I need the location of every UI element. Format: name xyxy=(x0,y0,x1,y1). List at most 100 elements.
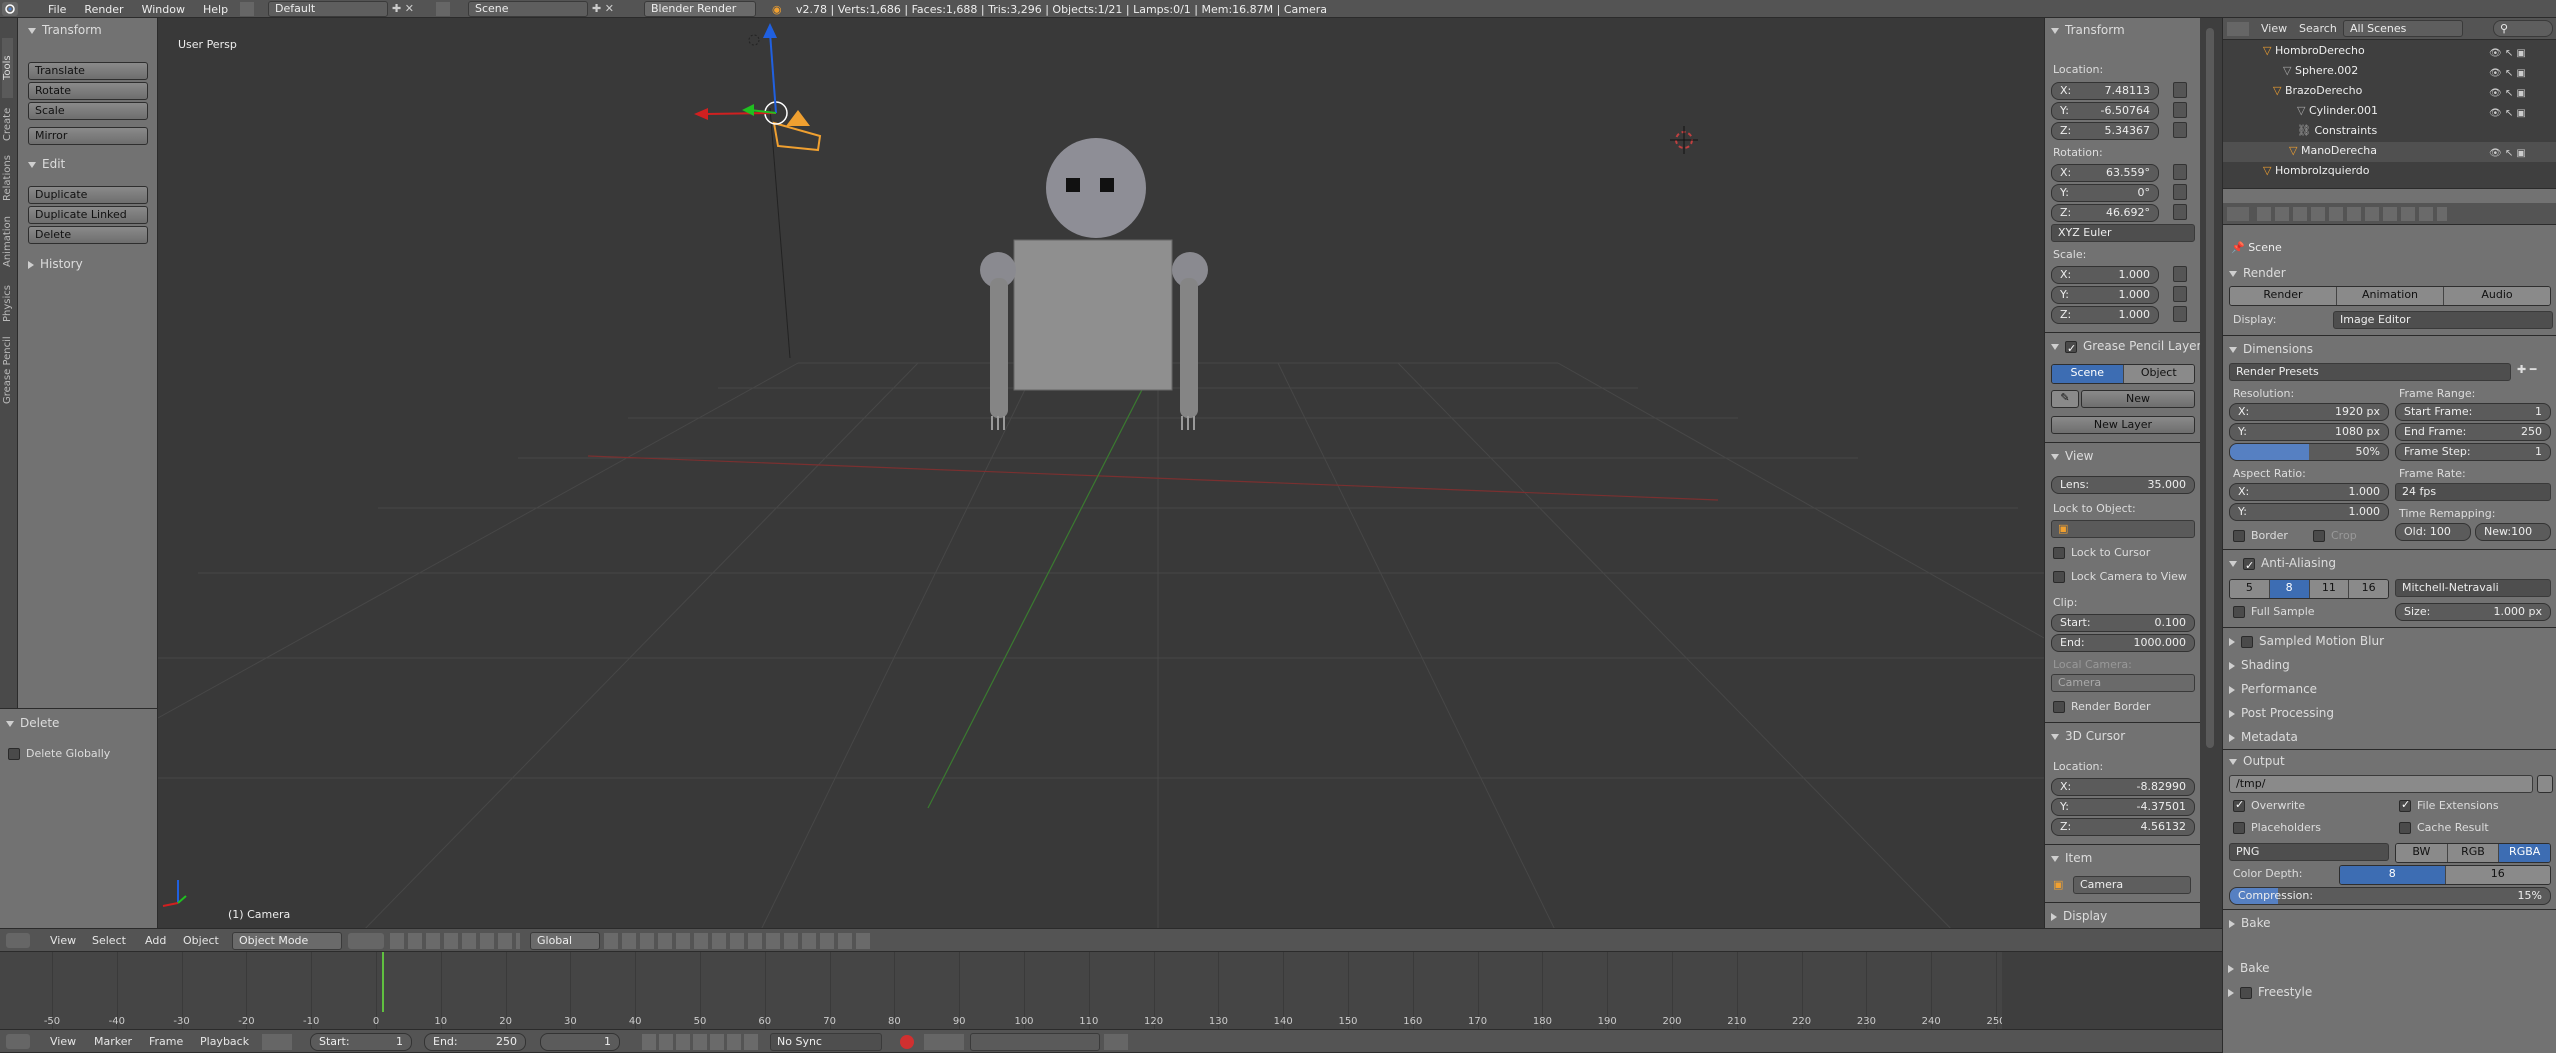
aa-8[interactable]: 8 xyxy=(2269,580,2310,598)
menu-render[interactable]: Render xyxy=(84,3,123,16)
lock-rotation-x-icon[interactable] xyxy=(2173,164,2187,180)
resolution-y-field[interactable]: Y: 1080 px xyxy=(2229,423,2389,441)
manipulator-icons[interactable] xyxy=(390,933,520,949)
current-frame-field[interactable]: 1 xyxy=(540,1033,620,1051)
cursor-z-field[interactable]: Z: 4.56132 xyxy=(2051,818,2195,836)
color-bw[interactable]: BW xyxy=(2396,844,2448,862)
clip-end-field[interactable]: End: 1000.000 xyxy=(2051,634,2195,652)
tab-grease-pencil[interactable]: Grease Pencil xyxy=(2,332,13,408)
lock-location-x-icon[interactable] xyxy=(2173,82,2187,98)
scale-z-field[interactable]: Z: 1.000 xyxy=(2051,306,2159,324)
record-icon[interactable] xyxy=(900,1035,914,1049)
lock-location-z-icon[interactable] xyxy=(2173,122,2187,138)
motion-blur-panel-header[interactable]: Sampled Motion Blur xyxy=(2229,631,2384,651)
render-panel-header[interactable]: Render xyxy=(2229,263,2286,283)
tree-item[interactable]: ▽ HombroDerecho xyxy=(2263,44,2365,57)
tree-item[interactable]: ▽ Sphere.002 xyxy=(2283,64,2358,77)
v3d-object-menu[interactable]: Object xyxy=(183,934,219,947)
placeholders-checkbox[interactable] xyxy=(2233,822,2245,834)
overwrite-checkbox[interactable] xyxy=(2233,798,2245,812)
delete-globally-checkbox[interactable] xyxy=(8,748,20,760)
render-border-checkbox[interactable] xyxy=(2053,701,2065,713)
outliner-view-menu[interactable]: View xyxy=(2261,22,2287,35)
cursor-x-field[interactable]: X: -8.82990 xyxy=(2051,778,2195,796)
full-sample-option[interactable]: Full Sample xyxy=(2233,605,2315,618)
pin-icon[interactable]: 📌 xyxy=(2231,241,2245,254)
clip-start-field[interactable]: Start: 0.100 xyxy=(2051,614,2195,632)
full-sample-checkbox[interactable] xyxy=(2233,606,2245,618)
camera-object[interactable] xyxy=(772,110,822,152)
timeline-playback-menu[interactable]: Playback xyxy=(200,1035,249,1048)
color-rgba[interactable]: RGBA xyxy=(2499,844,2550,862)
tree-item[interactable]: ▽ ManoDerecha xyxy=(2289,144,2377,157)
tree-item[interactable]: ▽ Cylinder.001 xyxy=(2297,104,2378,117)
gizmo-z-axis[interactable] xyxy=(769,32,777,114)
3d-viewport[interactable]: User Persp (1) Camera xyxy=(158,18,2044,936)
render-presets-select[interactable]: Render Presets xyxy=(2229,363,2511,381)
animation-button[interactable]: Animation xyxy=(2337,287,2444,305)
post-processing-panel-header[interactable]: Post Processing xyxy=(2229,703,2334,723)
translate-button[interactable]: Translate xyxy=(28,62,148,80)
editor-type-icon[interactable] xyxy=(6,1034,30,1049)
layer-and-snap-icons[interactable] xyxy=(604,933,874,949)
render-button[interactable]: Render xyxy=(2230,287,2337,305)
compression-slider[interactable]: Compression: 15% xyxy=(2229,887,2551,905)
cache-result-option[interactable]: Cache Result xyxy=(2399,821,2489,834)
border-checkbox[interactable] xyxy=(2233,530,2245,542)
rotation-mode-select[interactable]: XYZ Euler xyxy=(2051,224,2195,242)
menu-help[interactable]: Help xyxy=(203,3,228,16)
aa-16[interactable]: 16 xyxy=(2349,580,2388,598)
scale-y-field[interactable]: Y: 1.000 xyxy=(2051,286,2159,304)
transform-orientation-select[interactable]: Global xyxy=(530,932,600,950)
lock-scale-z-icon[interactable] xyxy=(2173,306,2187,322)
resolution-x-field[interactable]: X: 1920 px xyxy=(2229,403,2389,421)
start-field[interactable]: Start: 1 xyxy=(310,1033,412,1051)
n-cursor-header[interactable]: 3D Cursor xyxy=(2051,726,2125,746)
crop-checkbox[interactable] xyxy=(2313,530,2325,542)
context-tabs[interactable] xyxy=(2257,207,2447,221)
bake-panel-header-2[interactable]: Bake xyxy=(2228,958,2270,978)
rotation-z-field[interactable]: Z: 46.692° xyxy=(2051,204,2159,222)
filter-size-field[interactable]: Size: 1.000 px xyxy=(2395,603,2551,621)
file-format-select[interactable]: PNG xyxy=(2229,843,2389,861)
timeline-view-menu[interactable]: View xyxy=(50,1035,76,1048)
scale-x-field[interactable]: X: 1.000 xyxy=(2051,266,2159,284)
freestyle-checkbox[interactable] xyxy=(2240,986,2252,999)
delete-button[interactable]: Delete xyxy=(28,226,148,244)
lock-camera-option[interactable]: Lock Camera to View xyxy=(2053,570,2187,583)
scrollbar[interactable] xyxy=(2206,28,2214,748)
item-name-field[interactable]: Camera xyxy=(2073,876,2191,894)
edit-panel-header[interactable]: Edit xyxy=(28,154,65,174)
operator-panel-header[interactable]: Delete xyxy=(6,713,59,733)
border-option[interactable]: Border xyxy=(2233,529,2288,542)
current-frame-indicator[interactable] xyxy=(382,952,384,1012)
aa-checkbox[interactable] xyxy=(2243,556,2255,576)
dimensions-panel-header[interactable]: Dimensions xyxy=(2229,339,2313,359)
keyframe-insert-delete-icons[interactable] xyxy=(1104,1034,1128,1050)
display-select[interactable]: Image Editor xyxy=(2333,311,2553,329)
lock-scale-x-icon[interactable] xyxy=(2173,266,2187,282)
n-item-header[interactable]: Item xyxy=(2051,848,2092,868)
sync-select[interactable]: No Sync xyxy=(770,1033,882,1051)
timeline-marker-menu[interactable]: Marker xyxy=(94,1035,132,1048)
v3d-select-menu[interactable]: Select xyxy=(92,934,126,947)
mode-select[interactable]: Object Mode xyxy=(232,932,342,950)
menu-window[interactable]: Window xyxy=(142,3,185,16)
cache-result-checkbox[interactable] xyxy=(2399,822,2411,834)
mirror-button[interactable]: Mirror xyxy=(28,127,148,145)
location-y-field[interactable]: Y: -6.50764 xyxy=(2051,102,2159,120)
depth-16[interactable]: 16 xyxy=(2445,866,2550,884)
history-panel-header[interactable]: History xyxy=(28,254,83,274)
screen-layout-select[interactable]: Default xyxy=(268,1,388,17)
aa-5[interactable]: 5 xyxy=(2230,580,2270,598)
lamp-object[interactable] xyxy=(748,34,760,46)
bake-panel-header[interactable]: Bake xyxy=(2229,913,2271,933)
robot-model[interactable] xyxy=(980,138,1208,430)
gizmo-x-axis[interactable] xyxy=(705,112,777,115)
screen-layout-icon[interactable] xyxy=(240,2,254,16)
duplicate-button[interactable]: Duplicate xyxy=(28,186,148,204)
keying-set-icons[interactable] xyxy=(924,1034,964,1050)
audio-button[interactable]: Audio xyxy=(2444,287,2550,305)
gp-object-tab[interactable]: Object xyxy=(2123,365,2194,383)
end-field[interactable]: End: 250 xyxy=(424,1033,526,1051)
